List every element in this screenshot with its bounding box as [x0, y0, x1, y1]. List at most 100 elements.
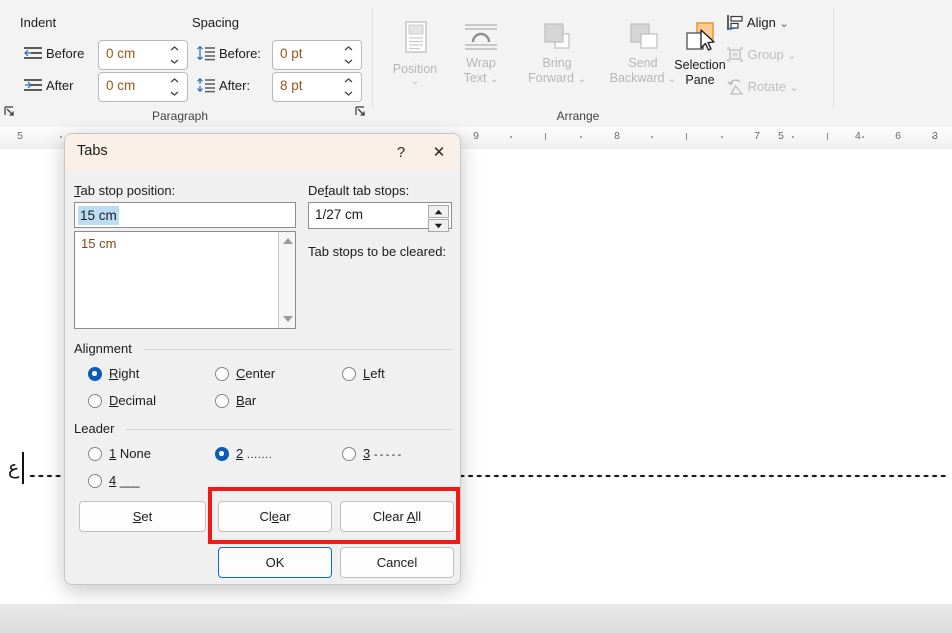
left-dialog-launcher-icon[interactable] — [4, 106, 16, 118]
stepper-up-icon[interactable] — [428, 205, 449, 218]
indent-before-stepper[interactable] — [168, 43, 182, 69]
alignment-group: Alignment Right Center Left Decimal Bar — [74, 341, 453, 409]
annotation-highlight-box — [208, 487, 460, 544]
spacing-before-input[interactable]: 0 pt — [272, 40, 362, 70]
spacing-before-label: Before: — [219, 46, 261, 61]
paragraph-group-label: Paragraph — [151, 109, 209, 123]
indent-before-icon — [24, 47, 42, 61]
default-tab-stops-value: 1/27 cm — [315, 207, 364, 222]
cancel-button[interactable]: Cancel — [340, 547, 454, 578]
scroll-down-icon[interactable] — [283, 316, 293, 322]
position-icon — [384, 20, 446, 62]
ribbon-separator — [372, 8, 373, 108]
ok-label: OK — [265, 555, 285, 570]
rotate-label: Rotate — [747, 79, 786, 94]
rotate-chevron-down-icon[interactable]: ⌄ — [790, 82, 799, 94]
rotate-button[interactable]: Rotate ⌄ — [726, 75, 799, 99]
tab-stops-to-be-cleared-label: Tab stops to be cleared: — [308, 244, 447, 259]
tab-stops-listbox[interactable]: 15 cm — [74, 231, 296, 329]
radio-circle-icon — [342, 447, 356, 461]
listbox-scrollbar[interactable] — [278, 232, 295, 328]
ribbon-separator-right — [833, 8, 834, 108]
tab-stop-position-label-rest: ab stop position: — [80, 183, 176, 198]
bring-forward-label-line2: Forward ⌄ — [528, 71, 586, 85]
indent-after-label: After — [46, 78, 74, 93]
tab-stop-position-label: Tab stop position: — [74, 183, 176, 198]
spacing-after-stepper[interactable] — [342, 75, 356, 101]
bring-forward-label-line1: Bring — [542, 56, 572, 70]
spacing-after-icon — [196, 77, 216, 93]
ruler-tick-5: 5 — [778, 130, 784, 142]
default-tab-stops-input[interactable]: 1/27 cm — [308, 202, 452, 232]
bring-forward-icon — [518, 20, 596, 56]
ok-button[interactable]: OK — [218, 547, 332, 578]
indent-before-input[interactable]: 0 cm — [98, 40, 188, 70]
paragraph-dialog-launcher-icon[interactable] — [355, 106, 367, 118]
page-bottom-shadow — [0, 604, 952, 633]
align-chevron-down-icon[interactable]: ⌄ — [779, 18, 788, 30]
indent-after-stepper[interactable] — [168, 75, 182, 101]
ribbon-group-arrange: Position ⌄ Wrap Text ⌄ Bring Forward ⌄ S… — [378, 0, 878, 127]
position-label: Position — [392, 62, 438, 76]
close-icon[interactable]: ✕ — [420, 134, 458, 170]
default-tab-stops-label: Default tab stops: — [308, 183, 410, 198]
dialog-title-bar: Tabs ? ✕ — [65, 134, 460, 170]
wrap-text-icon — [450, 20, 512, 56]
ribbon: Indent Spacing Before 0 cm After 0 cm Be… — [0, 0, 952, 128]
group-icon — [726, 46, 744, 71]
spacing-after-label: After: — [219, 78, 251, 93]
ruler-tick-3: 3 — [932, 130, 938, 142]
wrap-text-label-line2: Text ⌄ — [463, 71, 499, 85]
indent-after-input[interactable]: 0 cm — [98, 72, 188, 102]
arrange-group-label: Arrange — [556, 109, 600, 123]
radio-circle-icon — [215, 367, 229, 381]
indent-after-value: 0 cm — [106, 78, 136, 93]
tab-stop-position-value: 15 cm — [78, 206, 119, 225]
text-caret — [22, 452, 24, 484]
leader-group: Leader 1 None 2 ....... 3 - - - - - 4 __… — [74, 421, 453, 489]
scroll-up-icon[interactable] — [283, 238, 293, 244]
spacing-after-value: 8 pt — [280, 78, 303, 93]
position-button[interactable]: Position ⌄ — [384, 20, 446, 87]
list-item[interactable]: 15 cm — [81, 236, 116, 251]
set-button[interactable]: Set — [79, 501, 206, 532]
radio-circle-icon — [88, 367, 102, 381]
wrap-text-chevron-down-icon[interactable]: ⌄ — [490, 74, 498, 85]
spacing-before-stepper[interactable] — [342, 43, 356, 69]
radio-circle-icon — [88, 447, 102, 461]
radio-circle-icon — [342, 367, 356, 381]
default-tab-stops-stepper[interactable] — [428, 205, 449, 233]
wrap-text-button[interactable]: Wrap Text ⌄ — [450, 20, 512, 87]
stepper-down-icon[interactable] — [428, 219, 449, 232]
group-label: Group — [747, 47, 784, 62]
align-label: Align — [746, 15, 776, 30]
document-character: ع — [8, 457, 20, 479]
group-button[interactable]: Group ⌄ — [726, 43, 797, 67]
group-chevron-down-icon[interactable]: ⌄ — [787, 50, 796, 62]
spacing-before-icon — [196, 45, 216, 61]
radio-circle-icon — [88, 394, 102, 408]
radio-circle-icon — [88, 474, 102, 488]
ribbon-group-paragraph: Indent Spacing Before 0 cm After 0 cm Be… — [0, 0, 372, 127]
spacing-after-input[interactable]: 8 pt — [272, 72, 362, 102]
bring-forward-button[interactable]: Bring Forward ⌄ — [518, 20, 596, 87]
alignment-caption: Alignment — [74, 341, 138, 356]
indent-before-value: 0 cm — [106, 46, 136, 61]
spacing-header: Spacing — [192, 15, 239, 30]
dialog-title: Tabs — [77, 143, 108, 159]
radio-circle-icon — [215, 394, 229, 408]
align-button[interactable]: Align ⌄ — [726, 11, 789, 35]
bring-forward-chevron-down-icon[interactable]: ⌄ — [577, 74, 585, 85]
spacing-before-value: 0 pt — [280, 46, 303, 61]
wrap-text-label-line1: Wrap — [466, 56, 496, 70]
align-icon — [726, 14, 744, 39]
rotate-icon — [726, 78, 744, 103]
tab-stop-position-input[interactable]: 15 cm — [74, 202, 296, 228]
cancel-label: Cancel — [376, 555, 418, 570]
leader-caption: Leader — [74, 421, 121, 436]
help-icon[interactable]: ? — [382, 134, 420, 170]
indent-before-label: Before — [46, 46, 85, 61]
indent-after-icon — [24, 79, 42, 93]
position-chevron-down-icon[interactable]: ⌄ — [384, 77, 446, 87]
ruler-tick-4: 4 — [855, 130, 861, 142]
